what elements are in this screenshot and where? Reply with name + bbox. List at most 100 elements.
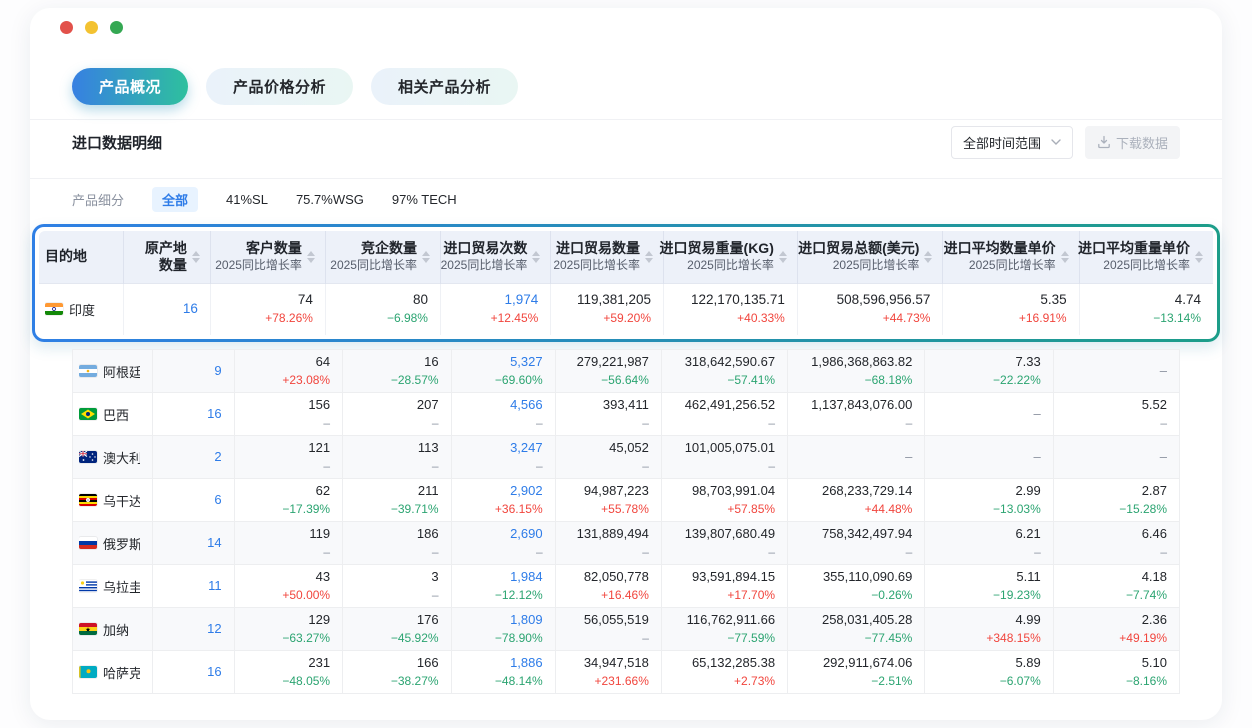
minimize-window-icon[interactable] (85, 21, 98, 34)
metric-cell-7: 4.74−13.14% (1079, 283, 1213, 335)
metric-cell-2[interactable]: 4,566– (451, 393, 555, 436)
close-window-icon[interactable] (60, 21, 73, 34)
metric-value: 129 (308, 612, 330, 628)
metric-cell-4: 139,807,680.49– (661, 522, 787, 565)
column-header-6[interactable]: 进口贸易重量(KG)2025同比增长率 (664, 231, 798, 283)
growth-rate: −56.64% (601, 372, 649, 388)
metric-value: 119 (309, 526, 330, 542)
metric-cell-2[interactable]: 5,327−69.60% (451, 350, 555, 393)
metric-value: 4,566 (510, 397, 543, 413)
column-header-8[interactable]: 进口平均数量单价2025同比增长率 (943, 231, 1079, 283)
tab-related-products[interactable]: 相关产品分析 (371, 68, 518, 105)
column-header-7[interactable]: 进口贸易总额(美元)2025同比增长率 (797, 231, 943, 283)
origin-count-cell[interactable]: 16 (152, 651, 234, 694)
metric-cell-2[interactable]: 2,690– (451, 522, 555, 565)
download-data-button[interactable]: 下载数据 (1085, 126, 1180, 159)
metric-value: 93,591,894.15 (692, 569, 775, 585)
metric-cell-2[interactable]: 1,886−48.14% (451, 651, 555, 694)
tab-product-overview[interactable]: 产品概况 (72, 68, 188, 105)
metric-value: 64 (316, 354, 330, 370)
tab-price-analysis[interactable]: 产品价格分析 (206, 68, 353, 105)
growth-rate: −13.03% (993, 501, 1041, 517)
table-row-ar: 阿根廷964+23.08%16−28.57%5,327−69.60%279,22… (73, 350, 1180, 393)
column-header-1[interactable]: 原产地数量 (124, 231, 211, 283)
filter-label: 产品细分 (72, 190, 124, 209)
sort-icon[interactable] (307, 251, 315, 263)
metric-cell-7: 2.87 −15.28% (1053, 479, 1179, 522)
growth-rate: −39.71% (391, 501, 439, 517)
metric-value: 292,911,674.06 (823, 655, 912, 671)
country-name: 乌干达 (103, 491, 140, 510)
metric-value: 1,886 (510, 655, 543, 671)
sort-icon[interactable] (779, 251, 787, 263)
origin-count-cell[interactable]: 6 (152, 479, 234, 522)
growth-rate: – (432, 587, 439, 603)
metric-value: 80 (413, 292, 428, 308)
metric-value: 5.89 (1015, 655, 1040, 671)
column-header-4[interactable]: 进口贸易次数2025同比增长率 (440, 231, 550, 283)
growth-rate: – (768, 415, 775, 431)
origin-count-cell[interactable]: 12 (152, 608, 234, 651)
column-header-3[interactable]: 竞企数量2025同比增长率 (325, 231, 440, 283)
column-header-5[interactable]: 进口贸易数量2025同比增长率 (551, 231, 664, 283)
metric-cell-0: 156– (234, 393, 342, 436)
metric-cell-0: 64+23.08% (234, 350, 342, 393)
destination-cell: 加纳 (73, 608, 153, 651)
filter-option-all[interactable]: 全部 (152, 187, 198, 212)
growth-rate: +50.00% (282, 587, 330, 603)
download-label: 下载数据 (1116, 133, 1168, 152)
metric-cell-1: 176−45.92% (343, 608, 451, 651)
destination-cell: 乌干达 (73, 479, 153, 522)
country-name: 哈萨克斯坦 (103, 663, 140, 682)
column-subtitle: 2025同比增长率 (330, 257, 417, 274)
sort-icon[interactable] (924, 251, 932, 263)
metric-value: 1,986,368,863.82 (811, 354, 912, 370)
download-icon (1097, 135, 1111, 149)
sort-icon[interactable] (645, 251, 653, 263)
filter-option-41-sl[interactable]: 41%SL (226, 192, 268, 207)
column-header-9[interactable]: 进口平均重量单价2025同比增长率 (1079, 231, 1213, 283)
growth-rate: −57.41% (727, 372, 775, 388)
origin-count-cell[interactable]: 16 (124, 283, 211, 335)
metric-cell-2[interactable]: 2,902+36.15% (451, 479, 555, 522)
growth-rate: −69.60% (495, 372, 543, 388)
maximize-window-icon[interactable] (110, 21, 123, 34)
metric-cell-0: 231−48.05% (234, 651, 342, 694)
column-subtitle: 2025同比增长率 (441, 257, 528, 274)
destination-cell: 印度 (39, 283, 124, 335)
filter-option-75-7-wsg[interactable]: 75.7%WSG (296, 192, 364, 207)
metric-cell-2[interactable]: 1,809−78.90% (451, 608, 555, 651)
origin-count-cell[interactable]: 11 (152, 565, 234, 608)
metric-cell-2[interactable]: 1,984−12.12% (451, 565, 555, 608)
growth-rate: −17.39% (282, 501, 330, 517)
metric-cell-0: 129−63.27% (234, 608, 342, 651)
country-name: 乌拉圭 (103, 577, 140, 596)
flag-icon-uy (79, 580, 97, 592)
time-range-select[interactable]: 全部时间范围 (951, 126, 1073, 159)
metric-value: 279,221,987 (577, 354, 649, 370)
metric-cell-5: 1,137,843,076.00– (788, 393, 925, 436)
column-header-2[interactable]: 客户数量2025同比增长率 (210, 231, 325, 283)
metric-value: – (1034, 449, 1041, 465)
metric-value: 5.10 (1142, 655, 1167, 671)
origin-count-cell[interactable]: 9 (152, 350, 234, 393)
metric-value: 2.87 (1142, 483, 1167, 499)
metric-cell-2[interactable]: 3,247– (451, 436, 555, 479)
sort-icon[interactable] (192, 251, 200, 263)
growth-rate: −77.59% (727, 630, 775, 646)
growth-rate: −15.28% (1119, 501, 1167, 517)
growth-rate: −12.12% (495, 587, 543, 603)
sort-icon[interactable] (1195, 251, 1203, 263)
metric-value: 6.21 (1015, 526, 1040, 542)
sort-icon[interactable] (422, 251, 430, 263)
sort-icon[interactable] (532, 251, 540, 263)
origin-count-cell[interactable]: 2 (152, 436, 234, 479)
growth-rate: +16.46% (601, 587, 649, 603)
metric-value: 393,411 (603, 397, 649, 413)
metric-value: 176 (417, 612, 439, 628)
origin-count-cell[interactable]: 16 (152, 393, 234, 436)
origin-count-cell[interactable]: 14 (152, 522, 234, 565)
metric-cell-2[interactable]: 1,974+12.45% (440, 283, 550, 335)
sort-icon[interactable] (1061, 251, 1069, 263)
filter-option-97-tech[interactable]: 97% TECH (392, 192, 457, 207)
